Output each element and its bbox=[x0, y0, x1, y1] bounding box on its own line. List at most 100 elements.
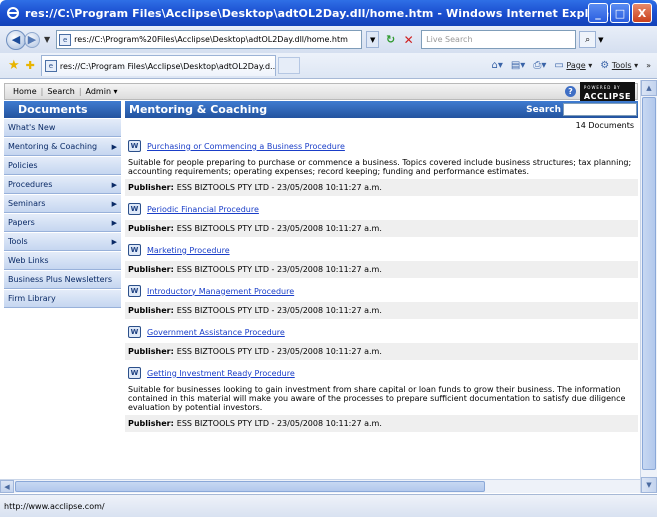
page-menu[interactable]: ▭ Page ▾ bbox=[554, 60, 592, 71]
maximize-button[interactable]: □ bbox=[610, 3, 630, 23]
document-link[interactable]: Marketing Procedure bbox=[147, 246, 230, 255]
forward-button[interactable]: ▶ bbox=[24, 31, 40, 48]
document-file-icon[interactable]: W bbox=[128, 244, 141, 256]
document-file-icon[interactable]: W bbox=[128, 203, 141, 215]
tools-menu[interactable]: ⚙ Tools ▾ bbox=[600, 60, 638, 71]
back-button[interactable]: ◀ bbox=[6, 29, 26, 50]
address-dropdown-button[interactable]: ▼ bbox=[366, 31, 380, 48]
minimize-button[interactable]: _ bbox=[588, 3, 608, 23]
search-button[interactable]: ⌕ bbox=[579, 31, 597, 48]
sidebar-item[interactable]: What's New bbox=[4, 118, 121, 137]
document-publisher: Publisher: ESS BIZTOOLS PTY LTD - 23/05/2… bbox=[125, 261, 638, 278]
publisher-label: Publisher: bbox=[128, 183, 174, 192]
close-button[interactable]: X bbox=[632, 3, 652, 23]
vertical-scroll-thumb[interactable] bbox=[642, 97, 656, 470]
document-link[interactable]: Getting Investment Ready Procedure bbox=[147, 369, 295, 378]
submenu-arrow-icon: ▶ bbox=[111, 218, 117, 227]
sidebar-item-label: What's New bbox=[8, 123, 56, 132]
site-navigation-bar: Home | Search | Admin ▾ ? POWERED BY ACCL… bbox=[4, 81, 638, 102]
publisher-value: ESS BIZTOOLS PTY LTD - 23/05/2008 10:11:… bbox=[176, 306, 382, 315]
sidebar-item-label: Seminars bbox=[8, 199, 46, 208]
submenu-arrow-icon: ▶ bbox=[111, 199, 117, 208]
document-title-row: W Purchasing or Commencing a Business Pro… bbox=[125, 138, 638, 154]
new-tab-button[interactable] bbox=[277, 57, 300, 74]
publisher-label: Publisher: bbox=[128, 347, 174, 356]
nav-search-link[interactable]: Search bbox=[43, 87, 78, 96]
submenu-arrow-icon: ▶ bbox=[111, 237, 117, 246]
document-entry: W Government Assistance Procedure Publishe… bbox=[125, 324, 638, 360]
document-description: Suitable for businesses looking to gain … bbox=[128, 385, 626, 412]
refresh-icon: ↻ bbox=[386, 33, 396, 46]
document-title-row: W Marketing Procedure bbox=[125, 242, 638, 258]
publisher-value: ESS BIZTOOLS PTY LTD - 23/05/2008 10:11:… bbox=[176, 183, 382, 192]
toolbar-overflow-chevron[interactable]: » bbox=[646, 61, 651, 70]
site-search-input[interactable] bbox=[563, 103, 637, 116]
browser-tab[interactable]: e res://C:\Program Files\Acclipse\Deskto… bbox=[40, 55, 276, 76]
sidebar-heading: Documents bbox=[4, 101, 121, 118]
favorites-star-icon[interactable]: ★ bbox=[8, 58, 20, 73]
tools-gear-icon: ⚙ bbox=[600, 60, 610, 71]
horizontal-scroll-thumb[interactable] bbox=[15, 481, 485, 492]
publisher-label: Publisher: bbox=[128, 306, 174, 315]
scroll-left-icon[interactable]: ◀ bbox=[0, 480, 14, 493]
document-file-icon[interactable]: W bbox=[128, 367, 141, 379]
feeds-icon[interactable]: ▤▾ bbox=[511, 60, 525, 71]
status-text: http://www.acclipse.com/ bbox=[4, 501, 105, 511]
sidebar-item[interactable]: Procedures ▶ bbox=[4, 175, 121, 194]
internet-explorer-icon bbox=[7, 7, 19, 19]
sidebar-item[interactable]: Policies bbox=[4, 156, 121, 175]
nav-admin-menu[interactable]: Admin ▾ bbox=[82, 87, 122, 96]
document-publisher: Publisher: ESS BIZTOOLS PTY LTD - 23/05/2… bbox=[125, 220, 638, 237]
document-link[interactable]: Government Assistance Procedure bbox=[147, 328, 285, 337]
document-entry: W Periodic Financial Procedure Publisher: E… bbox=[125, 201, 638, 237]
document-file-icon[interactable]: W bbox=[128, 326, 141, 338]
search-input[interactable]: Live Search bbox=[421, 30, 577, 49]
sidebar-item[interactable]: Firm Library bbox=[4, 289, 121, 308]
document-entry: W Introductory Management Procedure Publis… bbox=[125, 283, 638, 319]
search-label: Search bbox=[526, 104, 561, 115]
document-publisher: Publisher: ESS BIZTOOLS PTY LTD - 23/05/2… bbox=[125, 302, 638, 319]
section-title: Mentoring & Coaching bbox=[129, 103, 268, 116]
help-icon[interactable]: ? bbox=[564, 86, 576, 97]
sidebar-item[interactable]: Tools ▶ bbox=[4, 232, 121, 251]
scroll-up-icon[interactable]: ▲ bbox=[641, 80, 657, 96]
brand-area: ? POWERED BY ACCLIPSE bbox=[564, 81, 635, 102]
document-publisher: Publisher: ESS BIZTOOLS PTY LTD - 23/05/2… bbox=[125, 179, 638, 196]
print-icon[interactable]: ⎙▾ bbox=[533, 60, 546, 71]
address-toolbar: ◀ ▶ ▼ e res://C:\Program%20Files\Acclips… bbox=[0, 26, 657, 53]
publisher-label: Publisher: bbox=[128, 419, 174, 428]
main-panel: Mentoring & Coaching Search 14 Documents… bbox=[125, 101, 638, 432]
home-icon[interactable]: ⌂▾ bbox=[491, 60, 502, 71]
nav-home-link[interactable]: Home bbox=[9, 87, 41, 96]
sidebar-item[interactable]: Business Plus Newsletters bbox=[4, 270, 121, 289]
command-bar: ⌂▾ ▤▾ ⎙▾ ▭ Page ▾ ⚙ Tools ▾ » bbox=[491, 60, 657, 71]
document-publisher: Publisher: ESS BIZTOOLS PTY LTD - 23/05/2… bbox=[125, 415, 638, 432]
document-file-icon[interactable]: W bbox=[128, 285, 141, 297]
stop-button[interactable]: ✕ bbox=[400, 31, 417, 48]
refresh-button[interactable]: ↻ bbox=[382, 31, 399, 48]
document-link[interactable]: Purchasing or Commencing a Business Proc… bbox=[147, 142, 345, 151]
sidebar-item[interactable]: Web Links bbox=[4, 251, 121, 270]
sidebar-item-label: Tools bbox=[8, 237, 28, 246]
sidebar-item-label: Procedures bbox=[8, 180, 53, 189]
document-link[interactable]: Periodic Financial Procedure bbox=[147, 205, 259, 214]
sidebar-item-label: Mentoring & Coaching bbox=[8, 142, 98, 151]
sidebar-item-label: Policies bbox=[8, 161, 38, 170]
search-options-dropdown[interactable]: ▼ bbox=[598, 36, 603, 44]
horizontal-scrollbar[interactable]: ◀ bbox=[0, 479, 640, 493]
add-favorites-icon[interactable]: ✚ bbox=[26, 59, 35, 72]
forward-arrow-icon: ▶ bbox=[27, 33, 37, 46]
sidebar-item[interactable]: Mentoring & Coaching ▶ bbox=[4, 137, 121, 156]
scroll-down-icon[interactable]: ▼ bbox=[641, 477, 657, 493]
sidebar-item[interactable]: Seminars ▶ bbox=[4, 194, 121, 213]
document-link[interactable]: Introductory Management Procedure bbox=[147, 287, 294, 296]
sidebar-item-label: Business Plus Newsletters bbox=[8, 275, 113, 284]
search-placeholder: Live Search bbox=[426, 35, 473, 44]
sidebar-item-label: Firm Library bbox=[8, 294, 56, 303]
sidebar-item[interactable]: Papers ▶ bbox=[4, 213, 121, 232]
address-input[interactable]: e res://C:\Program%20Files\Acclipse\Desk… bbox=[56, 30, 363, 49]
recent-pages-dropdown[interactable]: ▼ bbox=[44, 35, 50, 44]
sidebar-item-label: Papers bbox=[8, 218, 35, 227]
vertical-scrollbar[interactable]: ▲ ▼ bbox=[640, 80, 657, 493]
document-file-icon[interactable]: W bbox=[128, 140, 141, 152]
